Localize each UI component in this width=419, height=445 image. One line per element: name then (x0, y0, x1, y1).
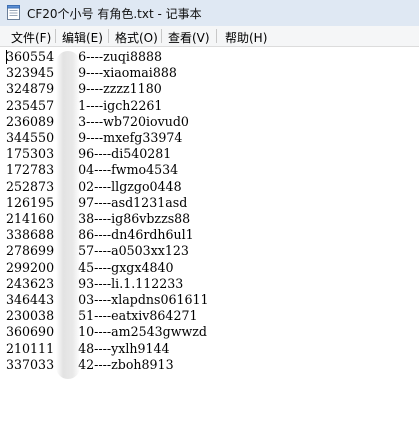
text-caret (6, 50, 7, 64)
notepad-window: CF20个小号 有角色.txt - 记事本 文件(F) 编辑(E) 格式(O) … (0, 0, 419, 445)
text-line: 126195 97----asd1231asd (6, 194, 188, 210)
notepad-icon (7, 5, 20, 20)
text-line: 175303 96----di540281 (6, 146, 172, 162)
text-line: 299200 45----gxgx4840 (6, 259, 174, 275)
text-line: 323945 9----xiaomai888 (6, 65, 177, 81)
text-line: 210111 48----yxlh9144 (6, 340, 170, 356)
menu-file[interactable]: 文件(F) (11, 29, 51, 46)
text-line: 235457 1----igch2261 (6, 97, 163, 113)
text-line: 243623 93----li.1.112233 (6, 275, 184, 291)
menu-view[interactable]: 查看(V) (168, 29, 210, 46)
text-line: 236089 3----wb720iovud0 (6, 113, 189, 129)
text-line: 252873 02----llgzgo0448 (6, 178, 182, 194)
text-line: 214160 38----ig86vbzzs88 (6, 211, 191, 227)
menu-edit[interactable]: 编辑(E) (62, 29, 103, 46)
text-line: 360690 10----am2543gwwzd (6, 324, 207, 340)
menu-separator (216, 29, 217, 43)
text-line: 230038 51----eatxiv864271 (6, 308, 198, 324)
document-text[interactable]: 360554 6----zuqi8888 323945 9----xiaomai8… (6, 49, 209, 373)
text-line: 338688 86----dn46rdh6ul1 (6, 227, 194, 243)
title-bar[interactable]: CF20个小号 有角色.txt - 记事本 (0, 0, 419, 27)
text-line: 324879 9----zzzz1180 (6, 81, 162, 97)
text-line: 360554 6----zuqi8888 (6, 49, 163, 64)
text-line: 337033 42----zboh8913 (6, 356, 174, 372)
text-editor[interactable]: 360554 6----zuqi8888 323945 9----xiaomai8… (0, 47, 419, 445)
text-line: 346443 03----xlapdns061611 (6, 292, 209, 308)
menu-help[interactable]: 帮助(H) (225, 29, 267, 46)
text-line: 172783 04----fwmo4534 (6, 162, 179, 178)
text-line: 344550 9----mxefg33974 (6, 130, 183, 146)
menu-separator (55, 29, 56, 43)
menu-separator (161, 29, 162, 43)
menu-bar: 文件(F) 编辑(E) 格式(O) 查看(V) 帮助(H) (0, 26, 419, 47)
menu-format[interactable]: 格式(O) (115, 29, 158, 46)
text-line: 278699 57----a0503xx123 (6, 243, 189, 259)
redaction-blur (56, 51, 80, 379)
menu-separator (108, 29, 109, 43)
window-title: CF20个小号 有角色.txt - 记事本 (27, 7, 202, 21)
